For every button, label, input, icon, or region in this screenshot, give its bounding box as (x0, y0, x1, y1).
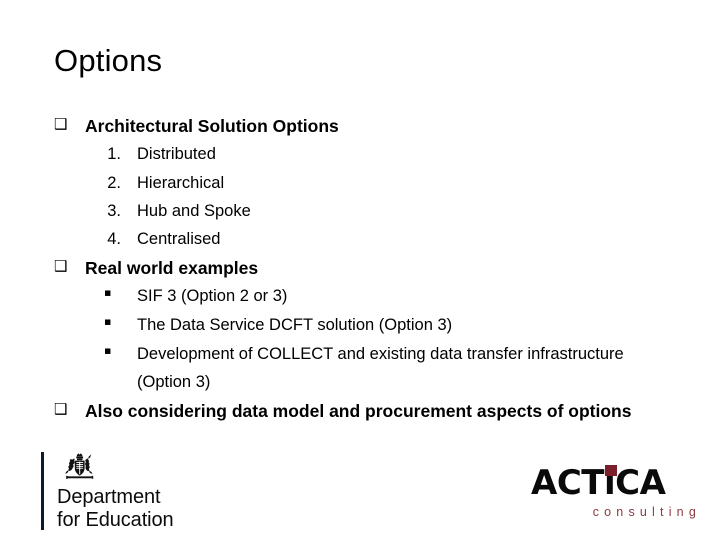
bullet-heading-text: Real world examples (85, 257, 259, 278)
list-item-label: Centralised (137, 230, 221, 249)
list-item-number: 1. (107, 145, 121, 164)
list-item: 4. Centralised (54, 225, 674, 253)
department-for-education-logo: Department for Education (41, 452, 174, 531)
list-item-label: Hierarchical (137, 173, 225, 192)
list-item-label: The Data Service DCFT solution (Option 3… (137, 315, 453, 334)
hollow-square-bullet-icon: ❑ (54, 400, 68, 418)
filled-square-bullet-icon: ▪ (104, 314, 112, 328)
royal-coat-of-arms-icon (65, 453, 94, 479)
bullet-group-heading: ❑ Real world examples (54, 254, 674, 282)
list-item: 3. Hub and Spoke (54, 197, 674, 225)
list-item: 2. Hierarchical (54, 169, 674, 197)
list-item: ▪ SIF 3 (Option 2 or 3) (54, 282, 674, 311)
slide: Options ❑ Architectural Solution Options… (0, 0, 720, 540)
list-item: ▪ Development of COLLECT and existing da… (54, 340, 674, 397)
list-item-label: Distributed (137, 145, 216, 164)
sub-bullet-list: ▪ SIF 3 (Option 2 or 3) ▪ The Data Servi… (54, 282, 674, 397)
bullet-heading-text: Architectural Solution Options (85, 116, 339, 136)
actica-consulting-logo: ACTiCA consulting (531, 463, 703, 519)
list-item-number: 4. (107, 230, 121, 249)
numbered-list: 1. Distributed 2. Hierarchical 3. Hub an… (54, 140, 674, 254)
filled-square-bullet-icon: ▪ (104, 286, 112, 300)
bullet-group-heading: ❑ Also considering data model and procur… (54, 397, 674, 425)
actica-wordmark: ACTiCA (531, 463, 666, 503)
dfe-logo-name: Department for Education (57, 486, 174, 531)
list-item-label: Development of COLLECT and existing data… (137, 344, 624, 392)
page-title: Options (54, 43, 163, 78)
hollow-square-bullet-icon: ❑ (54, 115, 68, 133)
actica-accent-dot-icon (605, 465, 617, 476)
bullet-heading-text: Also considering data model and procurem… (85, 401, 632, 421)
list-item-number: 3. (107, 202, 121, 221)
actica-wordmark-text: ACTiCA (531, 463, 666, 503)
slide-body: ❑ Architectural Solution Options 1. Dist… (54, 112, 674, 425)
list-item: ▪ The Data Service DCFT solution (Option… (54, 311, 674, 340)
list-item-number: 2. (107, 173, 121, 192)
list-item-label: Hub and Spoke (137, 202, 251, 221)
bullet-group-heading: ❑ Architectural Solution Options (54, 112, 674, 140)
list-item-label: SIF 3 (Option 2 or 3) (137, 287, 288, 306)
actica-tagline: consulting (592, 505, 701, 519)
hollow-square-bullet-icon: ❑ (54, 256, 68, 275)
filled-square-bullet-icon: ▪ (104, 343, 112, 357)
list-item: 1. Distributed (54, 140, 674, 168)
